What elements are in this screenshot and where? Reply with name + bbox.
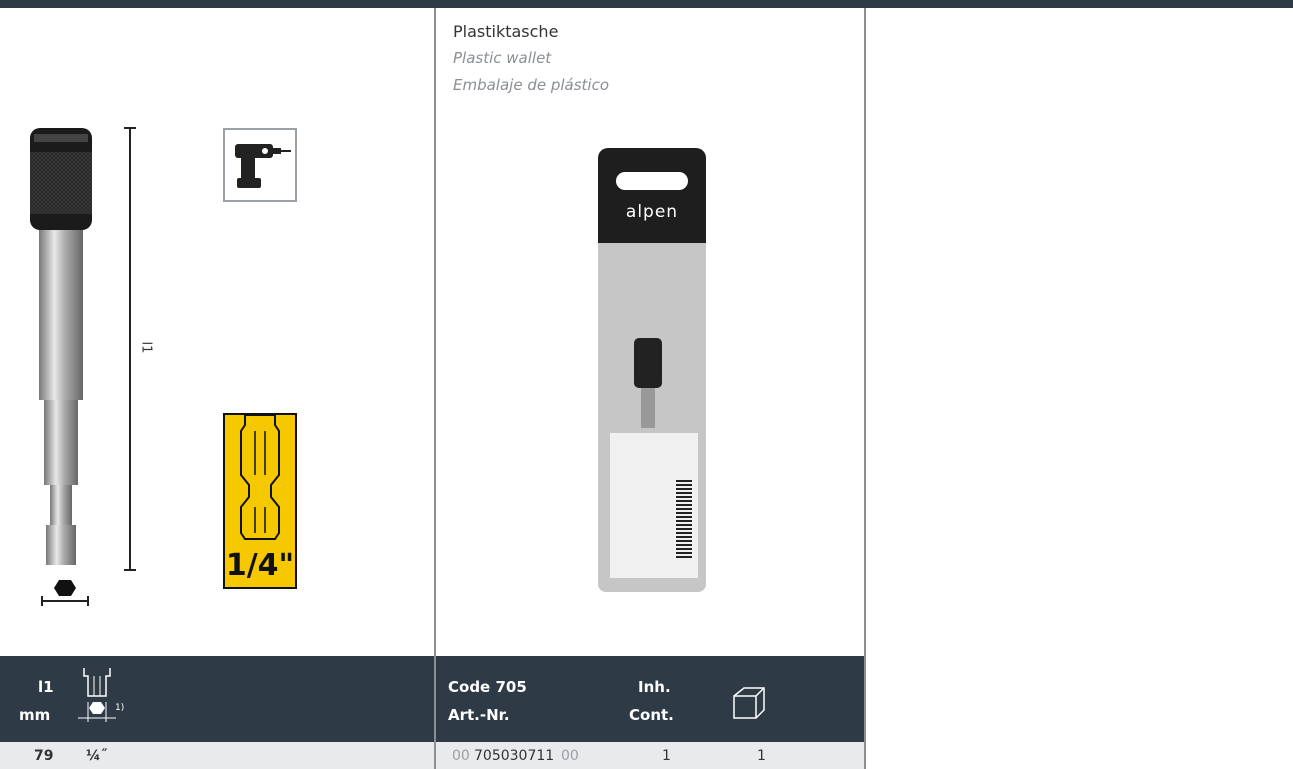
packaging-subtitle-es: Embalaje de plástico xyxy=(453,76,610,94)
footnote-marker: 1) xyxy=(115,703,125,713)
artnr-prefix: 00 xyxy=(452,748,470,764)
quarter-inch-hex-icon: 1/4" xyxy=(223,413,297,589)
pack-chuck xyxy=(634,338,662,388)
table-row-left: 79 ¼˝ xyxy=(0,742,434,769)
pack-label xyxy=(610,433,698,578)
table-header-left: l1 mm 1) xyxy=(0,656,434,742)
box-icon xyxy=(733,687,765,719)
hex-size-label: 1/4" xyxy=(225,548,295,583)
l1-value: 79 xyxy=(34,748,54,764)
artnr-value: 705030711 xyxy=(474,748,555,764)
table-row-mid: 00 705030711 00 1 1 xyxy=(436,742,864,769)
mm-header: mm xyxy=(19,706,51,724)
inh-value: 1 xyxy=(662,748,671,764)
length-label: l1 xyxy=(138,341,154,354)
hex-drive-icon xyxy=(78,668,116,722)
drill-icon xyxy=(223,128,297,202)
l1-header: l1 xyxy=(38,678,54,696)
table-header-mid: Code 705 Art.-Nr. Inh. Cont. xyxy=(436,656,864,742)
column-divider-1 xyxy=(434,8,436,769)
pack-header: alpen xyxy=(598,148,706,243)
pack-shaft xyxy=(641,388,655,428)
box-value: 1 xyxy=(757,748,766,764)
top-rule xyxy=(0,0,1293,8)
bit-holder-drawing xyxy=(30,127,136,606)
packaging-image: alpen xyxy=(598,148,706,592)
brand-logo: alpen xyxy=(625,202,679,222)
cont-header: Cont. xyxy=(629,706,674,724)
artnr-suffix: 00 xyxy=(561,748,579,764)
inh-header: Inh. xyxy=(638,678,671,696)
artnr-header: Art.-Nr. xyxy=(448,706,510,724)
hang-hole xyxy=(616,172,688,190)
hex-value: ¼˝ xyxy=(86,748,108,764)
code-header: Code 705 xyxy=(448,678,527,696)
column-divider-2 xyxy=(864,8,866,769)
hex-shank xyxy=(44,400,78,485)
barcode xyxy=(676,478,692,558)
packaging-title: Plastiktasche xyxy=(453,22,559,41)
holder-barrel xyxy=(39,230,83,400)
packaging-subtitle-en: Plastic wallet xyxy=(453,49,552,67)
